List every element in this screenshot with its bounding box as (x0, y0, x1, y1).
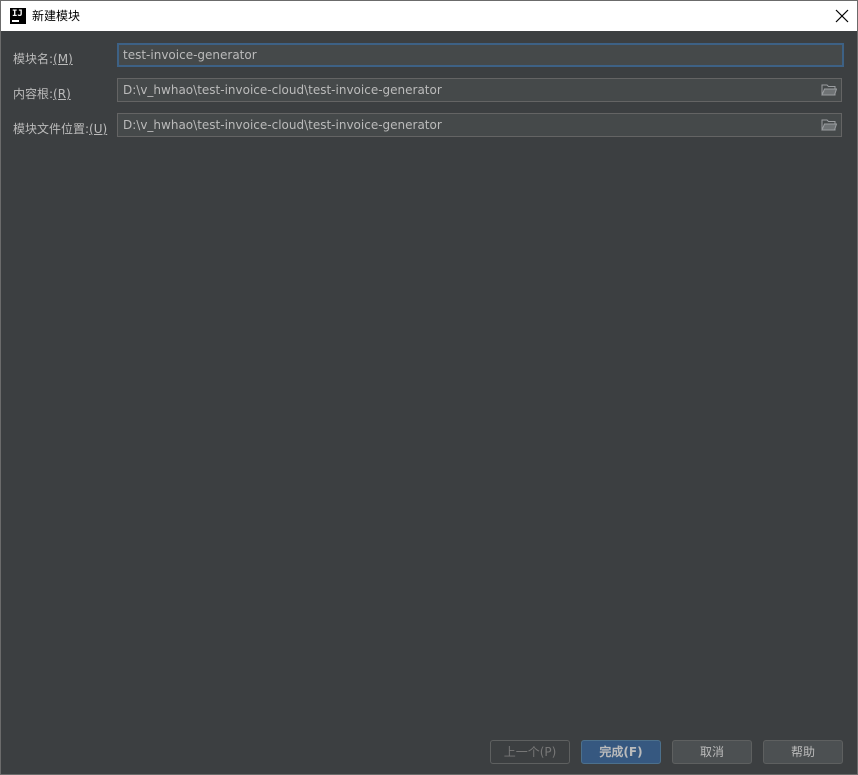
module-file-location-value: D:\v_hwhao\test-invoice-cloud\test-invoi… (123, 118, 442, 132)
folder-icon[interactable] (821, 83, 837, 97)
window-title: 新建模块 (32, 9, 81, 23)
folder-icon[interactable] (821, 118, 837, 132)
finish-button[interactable]: 完成(F) (581, 740, 661, 764)
intellij-idea-icon: IJ (10, 8, 26, 24)
module-file-location-input[interactable]: D:\v_hwhao\test-invoice-cloud\test-invoi… (117, 113, 842, 137)
cancel-button[interactable]: 取消 (672, 740, 752, 764)
module-name-input[interactable]: test-invoice-generator (117, 43, 844, 67)
close-button[interactable] (827, 1, 857, 31)
help-button[interactable]: 帮助 (763, 740, 843, 764)
module-file-location-label: 模块文件位置:(U) (13, 122, 108, 136)
module-name-value: test-invoice-generator (123, 48, 257, 62)
content-root-value: D:\v_hwhao\test-invoice-cloud\test-invoi… (123, 83, 442, 97)
new-module-dialog: IJ 新建模块 模块名:(M) test-invoice-generator 内… (0, 0, 858, 775)
app-icon-text: IJ (12, 9, 23, 19)
content-root-label: 内容根:(R) (13, 87, 71, 101)
close-icon (835, 9, 849, 23)
title-bar: IJ 新建模块 (1, 1, 857, 31)
module-name-label: 模块名:(M) (13, 52, 73, 66)
content-root-input[interactable]: D:\v_hwhao\test-invoice-cloud\test-invoi… (117, 78, 842, 102)
previous-button[interactable]: 上一个(P) (490, 740, 570, 764)
